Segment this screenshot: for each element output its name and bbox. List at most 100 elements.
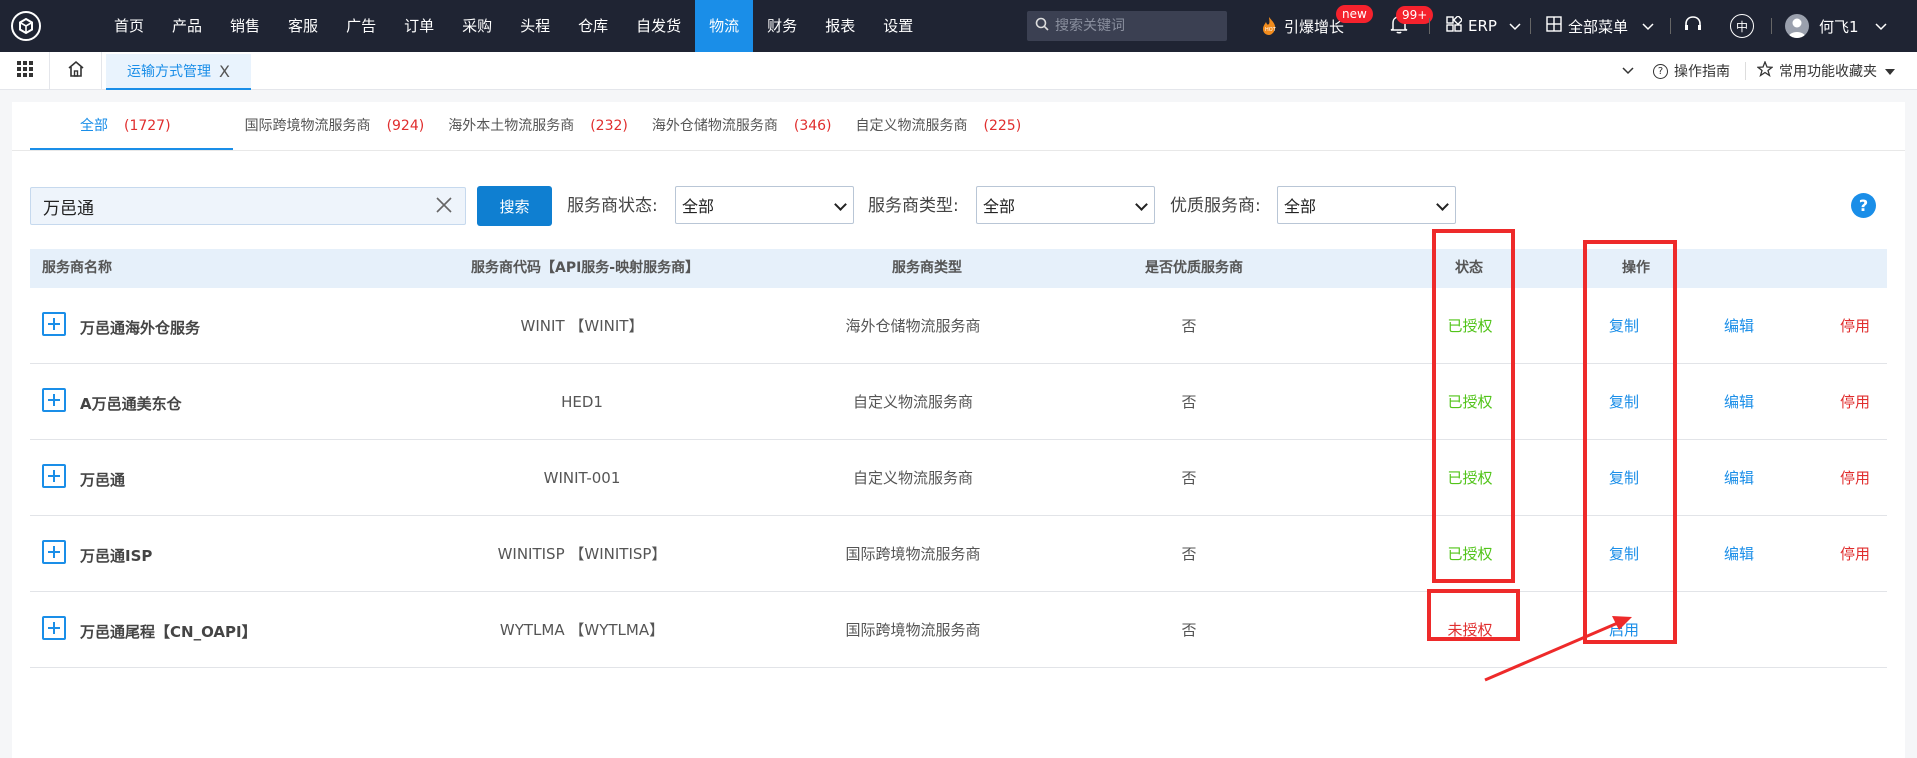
nav-item[interactable]: 客服 [274, 0, 332, 52]
nav-item[interactable]: 仓库 [564, 0, 622, 52]
headset-icon [1683, 14, 1703, 38]
help-icon[interactable]: ? [1851, 193, 1876, 218]
provider-type: 海外仓储物流服务商 [845, 317, 981, 335]
apps-icon [1446, 14, 1464, 36]
guide-label: 操作指南 [1674, 64, 1730, 80]
nav-item[interactable]: 订单 [390, 0, 448, 52]
svg-text:HOT: HOT [1265, 27, 1277, 33]
edit-button[interactable]: 编辑 [1724, 440, 1754, 516]
provider-code: HED1 [561, 393, 603, 411]
provider-code: WINIT 【WINIT】 [520, 317, 644, 335]
question-circle-icon: ? [1653, 63, 1668, 79]
disable-button[interactable]: 停用 [1840, 288, 1870, 364]
provider-type: 自定义物流服务商 [852, 469, 974, 487]
notification-count-badge: 99+ [1396, 6, 1434, 24]
expand-icon[interactable] [42, 616, 66, 640]
nav-item[interactable]: 自发货 [622, 0, 695, 52]
disable-button[interactable]: 停用 [1840, 516, 1870, 592]
grid-icon [16, 61, 33, 81]
divider [1530, 18, 1531, 34]
provider-type: 国际跨境物流服务商 [845, 621, 981, 639]
guide-link[interactable]: ? 操作指南 [1653, 52, 1730, 90]
close-icon[interactable]: X [219, 62, 230, 81]
provider-name: A万邑通美东仓 [80, 395, 182, 413]
growth-link[interactable]: HOT 引爆增长 [1260, 0, 1344, 52]
edit-button[interactable]: 编辑 [1724, 288, 1754, 364]
app-logo[interactable] [0, 0, 52, 52]
home-tab[interactable] [50, 52, 102, 90]
keyword-search-input[interactable]: 万邑通 [30, 187, 466, 225]
page-tab-bar: 运输方式管理 X ? 操作指南 常用功能收藏夹 [0, 52, 1917, 90]
expand-icon[interactable] [42, 464, 66, 488]
status-column-highlight [1432, 229, 1515, 583]
divider [1670, 18, 1671, 34]
status-filter-label: 服务商状态: [567, 196, 658, 216]
global-search-input[interactable] [1055, 18, 1215, 34]
chevron-down-icon [1642, 17, 1654, 35]
nav-item[interactable]: 销售 [216, 0, 274, 52]
tab-label: 运输方式管理 [127, 64, 212, 80]
nav-item[interactable]: 报表 [811, 0, 869, 52]
erp-switcher[interactable]: ERP [1446, 0, 1521, 52]
expand-icon[interactable] [42, 388, 66, 412]
quality-flag: 否 [1181, 469, 1197, 487]
edit-button[interactable]: 编辑 [1724, 516, 1754, 592]
nav-item[interactable]: 产品 [158, 0, 216, 52]
support-button[interactable] [1683, 0, 1703, 52]
chevron-down-icon [1436, 198, 1449, 211]
disable-button[interactable]: 停用 [1840, 364, 1870, 440]
action-column-highlight [1583, 240, 1677, 644]
tab-transport-management[interactable]: 运输方式管理 X [106, 54, 251, 90]
subtab-1[interactable]: 国际跨境物流服务商 (924) [233, 102, 437, 150]
global-search[interactable] [1027, 11, 1227, 41]
quality-filter-select[interactable]: 全部 [1277, 186, 1456, 224]
user-name: 何飞1 [1819, 17, 1859, 36]
nav-item[interactable]: 物流 [695, 0, 754, 52]
edit-button[interactable]: 编辑 [1724, 364, 1754, 440]
language-icon: 中 [1730, 14, 1754, 38]
disable-button[interactable]: 停用 [1840, 440, 1870, 516]
favorites-button[interactable]: 常用功能收藏夹 [1756, 52, 1895, 90]
chevron-down-icon [1509, 17, 1521, 35]
provider-name: 万邑通海外仓服务 [80, 319, 201, 337]
language-label: 中 [1735, 19, 1748, 34]
language-button[interactable]: 中 [1730, 0, 1754, 52]
nav-item[interactable]: 采购 [448, 0, 506, 52]
subtab-4[interactable]: 自定义物流服务商 (225) [844, 102, 1034, 150]
type-filter-select[interactable]: 全部 [976, 186, 1155, 224]
subtab-count: (924) [386, 118, 425, 134]
subtab-0[interactable]: 全部 (1727) [30, 102, 233, 150]
nav-item[interactable]: 设置 [869, 0, 927, 52]
menu-grid-icon [1546, 16, 1562, 36]
col-header-type: 服务商类型 [892, 260, 962, 276]
status-filter-select[interactable]: 全部 [675, 186, 854, 224]
quality-filter-label: 优质服务商: [1170, 196, 1261, 216]
nav-item[interactable]: 财务 [753, 0, 811, 52]
clear-icon[interactable] [435, 196, 453, 218]
expand-icon[interactable] [42, 312, 66, 336]
expand-icon[interactable] [42, 540, 66, 564]
search-button[interactable]: 搜索 [477, 186, 552, 226]
subtab-label: 海外本土物流服务商 [448, 118, 575, 134]
subtab-3[interactable]: 海外仓储物流服务商 (346) [640, 102, 844, 150]
quality-flag: 否 [1181, 317, 1197, 335]
search-icon [1035, 17, 1049, 35]
new-badge: new [1336, 5, 1373, 23]
divider [1429, 18, 1430, 34]
chevron-down-icon [1875, 17, 1887, 35]
chevron-down-icon [834, 198, 847, 211]
col-header-quality: 是否优质服务商 [1145, 260, 1243, 276]
provider-code: WINITISP 【WINITISP】 [497, 545, 667, 563]
user-menu[interactable]: 何飞1 [1785, 0, 1887, 52]
subtab-count: (225) [983, 118, 1022, 134]
subtab-2[interactable]: 海外本土物流服务商 (232) [436, 102, 640, 150]
app-grid-button[interactable] [0, 52, 50, 90]
tabs-dropdown-button[interactable] [1622, 52, 1634, 90]
nav-item[interactable]: 头程 [506, 0, 564, 52]
nav-item[interactable]: 首页 [100, 0, 158, 52]
nav-item[interactable]: 广告 [332, 0, 390, 52]
all-menu-button[interactable]: 全部菜单 [1546, 0, 1654, 52]
provider-name: 万邑通尾程【CN_OAPI】 [80, 623, 257, 641]
col-header-code: 服务商代码【API服务-映射服务商】 [471, 260, 700, 276]
provider-code: WINIT-001 [543, 469, 621, 487]
